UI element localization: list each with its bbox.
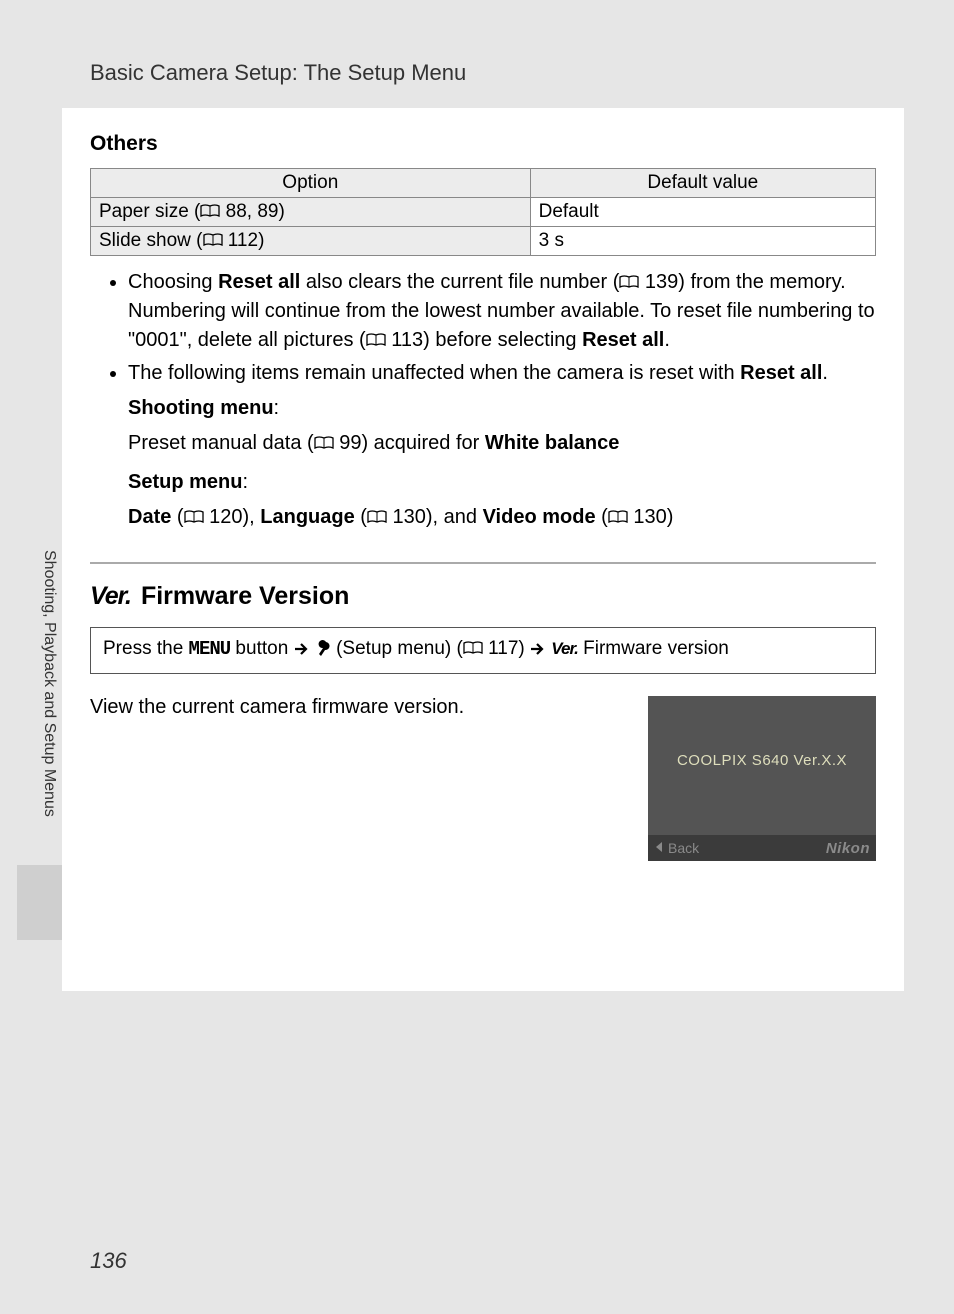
video-mode-label: Video mode xyxy=(483,506,596,528)
table-row: Slide show ( 112) 3 s xyxy=(91,227,876,256)
col-default: Default value xyxy=(530,169,875,198)
text: 117) xyxy=(483,638,530,659)
lcd-brand: Nikon xyxy=(826,840,870,857)
text: . xyxy=(664,329,670,351)
back-arrow-icon xyxy=(654,840,666,856)
opt-cell: Slide show ( 112) xyxy=(91,227,531,256)
table-row: Paper size ( 88, 89) Default xyxy=(91,198,876,227)
arrow-right-icon xyxy=(294,640,310,662)
text: ( xyxy=(171,506,183,528)
menu-button-label: MENU xyxy=(189,638,231,660)
text: Firmware version xyxy=(578,638,729,659)
language-label: Language xyxy=(260,506,354,528)
setup-menu-label: Setup menu xyxy=(128,471,242,493)
others-heading: Others xyxy=(90,132,876,156)
side-tab-chip xyxy=(17,865,62,940)
ver-icon: Ver. xyxy=(90,582,131,611)
text: ( xyxy=(596,506,608,528)
side-tab: Shooting, Playback and Setup Menus xyxy=(17,540,62,940)
text: 130) xyxy=(628,506,674,528)
firmware-desc: View the current camera firmware version… xyxy=(90,696,630,719)
firmware-section-title: Ver. Firmware Version xyxy=(90,582,876,611)
arrow-right-icon xyxy=(530,640,546,662)
firmware-title: Firmware Version xyxy=(141,582,349,611)
white-balance: White balance xyxy=(485,432,619,454)
book-icon xyxy=(203,233,223,247)
text: Press the xyxy=(103,638,189,659)
reset-all: Reset all xyxy=(218,271,300,293)
opt-prefix: Paper size ( xyxy=(99,201,200,222)
text: button xyxy=(230,638,293,659)
lcd-preview: COOLPIX S640 Ver.X.X Back Nikon xyxy=(648,696,876,861)
text: 113) before selecting xyxy=(386,329,582,351)
text: Preset manual data ( xyxy=(128,432,314,454)
text: 120), xyxy=(204,506,261,528)
book-icon xyxy=(184,510,204,524)
content: Others Option Default value Paper size (… xyxy=(62,108,904,991)
others-table: Option Default value Paper size ( 88, 89… xyxy=(90,168,876,256)
opt-ref: 112) xyxy=(223,230,265,251)
opt-prefix: Slide show ( xyxy=(99,230,203,251)
reset-all: Reset all xyxy=(582,329,664,351)
opt-ref: 88, 89) xyxy=(220,201,284,222)
date-label: Date xyxy=(128,506,171,528)
book-icon xyxy=(463,641,483,655)
book-icon xyxy=(367,510,387,524)
page-number: 136 xyxy=(90,1248,127,1274)
val-cell: Default xyxy=(530,198,875,227)
text: 130), and xyxy=(387,506,483,528)
lcd-bottom-bar: Back Nikon xyxy=(648,835,876,861)
bullet-item: Choosing Reset all also clears the curre… xyxy=(128,268,876,355)
colon: : xyxy=(242,471,248,493)
book-icon xyxy=(366,333,386,347)
separator xyxy=(90,562,876,564)
text: The following items remain unaffected wh… xyxy=(128,362,740,384)
nav-path-box: Press the MENU button (Setup menu) ( 117… xyxy=(90,627,876,674)
val-cell: 3 s xyxy=(530,227,875,256)
bullet-list: Choosing Reset all also clears the curre… xyxy=(90,268,876,532)
text: . xyxy=(822,362,828,384)
text: Choosing xyxy=(128,271,218,293)
ver-icon: Ver. xyxy=(551,639,578,658)
opt-cell: Paper size ( 88, 89) xyxy=(91,198,531,227)
text: also clears the current file number ( xyxy=(300,271,619,293)
book-icon xyxy=(608,510,628,524)
book-icon xyxy=(200,204,220,218)
text: 99) acquired for xyxy=(334,432,485,454)
lcd-back-label: Back xyxy=(668,840,699,856)
shooting-menu-label: Shooting menu xyxy=(128,397,274,419)
wrench-icon xyxy=(315,639,331,663)
col-option: Option xyxy=(91,169,531,198)
book-icon xyxy=(314,436,334,450)
bullet-item: The following items remain unaffected wh… xyxy=(128,359,876,532)
side-tab-label: Shooting, Playback and Setup Menus xyxy=(40,550,58,817)
page-header: Basic Camera Setup: The Setup Menu xyxy=(0,0,954,108)
page-header-title: Basic Camera Setup: The Setup Menu xyxy=(90,60,466,85)
colon: : xyxy=(274,397,280,419)
book-icon xyxy=(619,275,639,289)
lcd-back: Back xyxy=(654,840,699,856)
reset-all: Reset all xyxy=(740,362,822,384)
lcd-title: COOLPIX S640 Ver.X.X xyxy=(648,752,876,769)
firmware-desc-row: View the current camera firmware version… xyxy=(90,696,876,861)
text: ( xyxy=(355,506,367,528)
text: (Setup menu) ( xyxy=(331,638,463,659)
